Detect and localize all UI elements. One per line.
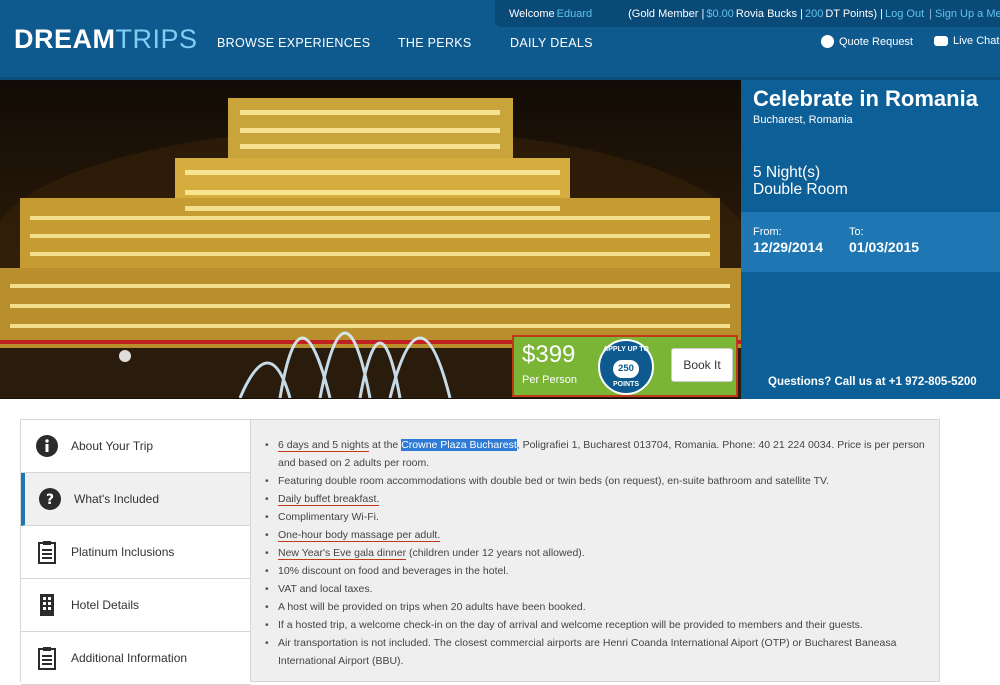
site-header: Welcome Eduard (Gold Member | $0.00 Rovi… (0, 0, 1000, 78)
tab-label: Platinum Inclusions (71, 545, 175, 559)
list-item: Featuring double room accommodations wit… (263, 472, 933, 490)
live-chat-link[interactable]: Live Chat (934, 35, 999, 47)
underlined-text: New Year's Eve gala dinner (278, 547, 407, 560)
price-box: $399 Per Person APPLY UP TO 250 POINTS B… (512, 335, 738, 397)
trip-location: Bucharest, Romania (753, 114, 853, 126)
underlined-text: One-hour body massage per adult. (278, 529, 441, 542)
trip-dates: From: 12/29/2014 To: 01/03/2015 (741, 212, 1000, 272)
tab-hotel-details[interactable]: Hotel Details (21, 579, 251, 632)
tab-platinum-inclusions[interactable]: Platinum Inclusions (21, 526, 251, 579)
list-item: Complimentary Wi-Fi. (263, 508, 933, 526)
list-item: New Year's Eve gala dinner (children und… (263, 544, 933, 562)
quote-request-link[interactable]: Quote Request (821, 35, 913, 48)
svg-text:?: ? (46, 492, 54, 508)
list-item: VAT and local taxes. (263, 580, 933, 598)
list-item: 10% discount on food and beverages in th… (263, 562, 933, 580)
dt-points-value[interactable]: 200 (805, 8, 823, 20)
list-item: If a hosted trip, a welcome check-in on … (263, 616, 933, 634)
tab-label: What's Included (74, 492, 160, 506)
room-type: Double Room (753, 181, 848, 198)
nav-daily-deals[interactable]: DAILY DEALS (510, 36, 593, 50)
tab-label: About Your Trip (71, 439, 154, 453)
list-item: Air transportation is not included. The … (263, 634, 933, 670)
rovia-bucks-label: Rovia Bucks | (735, 7, 803, 20)
tab-additional-information[interactable]: Additional Information (21, 632, 251, 685)
rovia-bucks-value[interactable]: $0.00 (706, 8, 734, 20)
nav-browse-experiences[interactable]: BROWSE EXPERIENCES (217, 36, 370, 50)
trip-tabs: About Your Trip ? What's Included Platin… (20, 419, 251, 685)
logo-light: TRIPS (115, 24, 198, 54)
from-label: From: (753, 226, 782, 238)
logout-link[interactable]: Log Out (885, 8, 924, 20)
clipboard-icon (38, 647, 56, 670)
points-badge: APPLY UP TO 250 POINTS (598, 339, 654, 395)
book-it-button[interactable]: Book It (671, 348, 733, 382)
list-text: (children under 12 years not allowed). (406, 547, 585, 559)
live-chat-label: Live Chat (953, 35, 1000, 47)
included-list: 6 days and 5 nights at the Crowne Plaza … (263, 436, 933, 670)
logo-bold: DREAM (14, 24, 116, 54)
tab-about-your-trip[interactable]: About Your Trip (21, 420, 251, 473)
list-item: One-hour body massage per adult. (263, 526, 933, 544)
trip-duration: 5 Night(s) Double Room (753, 164, 848, 198)
tab-whats-included[interactable]: ? What's Included (21, 473, 251, 526)
list-text: at the (369, 439, 402, 451)
separator: | (929, 7, 932, 20)
to-date: 01/03/2015 (849, 239, 920, 255)
price-amount: $399 (522, 341, 576, 368)
list-item: A host will be provided on trips when 20… (263, 598, 933, 616)
member-status: (Gold Member | (628, 7, 705, 20)
nav-the-perks[interactable]: THE PERKS (398, 36, 472, 50)
underlined-text: 6 days and 5 nights (278, 439, 370, 452)
underlined-text: Daily buffet breakfast. (278, 493, 380, 506)
download-icon (821, 35, 834, 48)
chat-bubble-icon (934, 36, 948, 46)
tab-label: Hotel Details (71, 598, 140, 612)
badge-points: 250 (613, 360, 639, 378)
list-item: 6 days and 5 nights at the Crowne Plaza … (263, 436, 933, 472)
to-label: To: (849, 226, 864, 238)
clipboard-icon (38, 541, 56, 564)
welcome-text: Welcome (509, 7, 555, 20)
badge-bottom-text: POINTS (612, 381, 640, 388)
dreamtrips-logo[interactable]: DREAMTRIPS (14, 24, 198, 55)
member-bar: Welcome Eduard (Gold Member | $0.00 Rovi… (495, 0, 1000, 27)
nights-count: 5 Night(s) (753, 164, 821, 181)
quote-request-label: Quote Request (839, 35, 913, 48)
highlighted-hotel: Crowne Plaza Bucharest (401, 439, 517, 451)
contact-phone: Questions? Call us at +1 972-805-5200 (768, 376, 977, 388)
username-link[interactable]: Eduard (557, 8, 592, 20)
question-icon: ? (39, 488, 61, 510)
building-icon (40, 594, 54, 616)
list-item: Daily buffet breakfast. (263, 490, 933, 508)
signup-link[interactable]: Sign Up a Member (935, 8, 1000, 20)
from-date: 12/29/2014 (753, 239, 824, 255)
per-person-label: Per Person (522, 374, 578, 386)
trip-title: Celebrate in Romania (753, 86, 978, 111)
tab-label: Additional Information (71, 651, 188, 665)
badge-top-text: APPLY UP TO (603, 346, 649, 353)
dt-points-label: DT Points) | (825, 7, 883, 20)
info-icon (36, 435, 58, 457)
